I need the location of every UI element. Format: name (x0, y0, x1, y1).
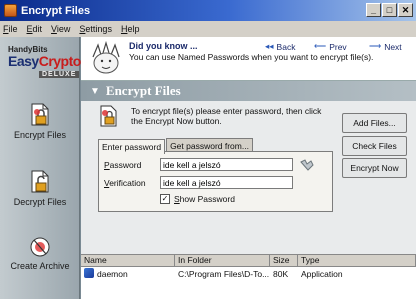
brand-easy: Easy (8, 53, 39, 69)
tip-text: You can use Named Passwords when you wan… (129, 52, 374, 62)
tip-title: Did you know ... (129, 41, 198, 51)
named-password-icon[interactable] (300, 158, 314, 171)
tip-prev-label: Prev (329, 41, 347, 52)
brand-logo: HandyBits EasyCrypto DELUXE (8, 45, 82, 78)
archive-icon (30, 237, 50, 257)
sidebar-item-encrypt[interactable]: Encrypt Files (0, 103, 80, 141)
file-name: daemon (97, 269, 128, 279)
sidebar: HandyBits EasyCrypto DELUXE Encrypt File… (0, 37, 82, 299)
add-files-button[interactable]: Add Files... (342, 113, 407, 133)
verification-label: Verification (104, 177, 146, 188)
check-files-button[interactable]: Check Files (342, 136, 407, 156)
file-list-header: Name In Folder Size Type (81, 255, 416, 267)
verification-row: Verification (104, 176, 293, 189)
file-size: 80K (273, 268, 289, 279)
file-list: Name In Folder Size Type daemon C:\Progr… (81, 254, 416, 299)
tip-back-label: Back (276, 41, 296, 52)
maximize-button[interactable]: □ (382, 3, 397, 17)
tip-next-button[interactable]: ⟶ Next (369, 41, 402, 52)
encrypt-file-icon (100, 105, 117, 127)
column-header-size[interactable]: Size (270, 255, 298, 266)
sidebar-item-label: Encrypt Files (13, 130, 66, 140)
column-header-folder[interactable]: In Folder (175, 255, 270, 266)
sidebar-item-decrypt[interactable]: Decrypt Files (0, 170, 80, 208)
tab-enter-password[interactable]: Enter password (98, 139, 166, 154)
back-arrow-icon: ◂◂ (265, 41, 274, 51)
decrypt-file-icon (31, 170, 49, 193)
brand-line2: EasyCrypto (8, 53, 82, 69)
prev-arrow-icon: ⟵ (314, 41, 327, 51)
show-password-checkbox[interactable]: ✓ Show Password (160, 194, 235, 204)
window-title: Encrypt Files (21, 4, 91, 17)
minimize-button[interactable]: _ (366, 3, 381, 17)
brand-deluxe: DELUXE (39, 71, 80, 78)
sidebar-item-archive[interactable]: Create Archive (0, 234, 80, 272)
sidebar-item-label: Create Archive (10, 261, 70, 271)
sidebar-item-label: Decrypt Files (13, 197, 67, 207)
next-arrow-icon: ⟶ (369, 41, 382, 51)
verification-field[interactable] (160, 176, 293, 189)
chevron-down-icon[interactable]: ▼ (90, 86, 100, 97)
menu-help[interactable]: Help (121, 24, 140, 34)
title-bar: Encrypt Files _ □ ✕ (0, 0, 416, 21)
app-icon (4, 4, 17, 17)
column-header-name[interactable]: Name (81, 255, 175, 266)
menu-settings[interactable]: Settings (79, 24, 112, 34)
checkmark-icon: ✓ (160, 194, 170, 204)
password-field[interactable] (160, 158, 293, 171)
column-header-type[interactable]: Type (298, 255, 416, 266)
menu-view[interactable]: View (51, 24, 70, 34)
encrypt-file-icon (31, 103, 49, 126)
mascot-icon (92, 41, 120, 74)
instruction-text: To encrypt file(s) please enter password… (131, 106, 322, 126)
file-folder: C:\Program Files\D-To... (178, 268, 270, 279)
file-name-cell: daemon (81, 268, 175, 279)
tip-bar: Did you know ... You can use Named Passw… (81, 37, 416, 81)
password-label: Password (104, 159, 142, 170)
tip-back-button[interactable]: ◂◂ Back (265, 41, 295, 52)
encrypt-panel: ▼ Encrypt Files To encrypt file(s) pleas… (81, 81, 416, 254)
password-row: Password (104, 158, 314, 171)
menu-edit[interactable]: Edit (27, 24, 43, 34)
file-type: Application (301, 268, 343, 279)
password-tab-panel: Password Verification ✓ Show Password (98, 151, 333, 212)
brand-crypto: Crypto (38, 53, 82, 69)
panel-title: Encrypt Files (105, 83, 181, 98)
close-button[interactable]: ✕ (398, 3, 413, 17)
show-password-label: Show Password (174, 194, 235, 204)
table-row[interactable]: daemon C:\Program Files\D-To... 80K Appl… (81, 267, 416, 280)
tip-prev-button[interactable]: ⟵ Prev (314, 41, 347, 52)
application-icon (84, 268, 94, 278)
encrypt-now-button[interactable]: Encrypt Now (342, 158, 407, 178)
panel-header: ▼ Encrypt Files (81, 81, 416, 101)
menu-bar: File Edit View Settings Help (0, 21, 416, 37)
menu-file[interactable]: File (3, 24, 18, 34)
tip-next-label: Next (384, 41, 402, 52)
